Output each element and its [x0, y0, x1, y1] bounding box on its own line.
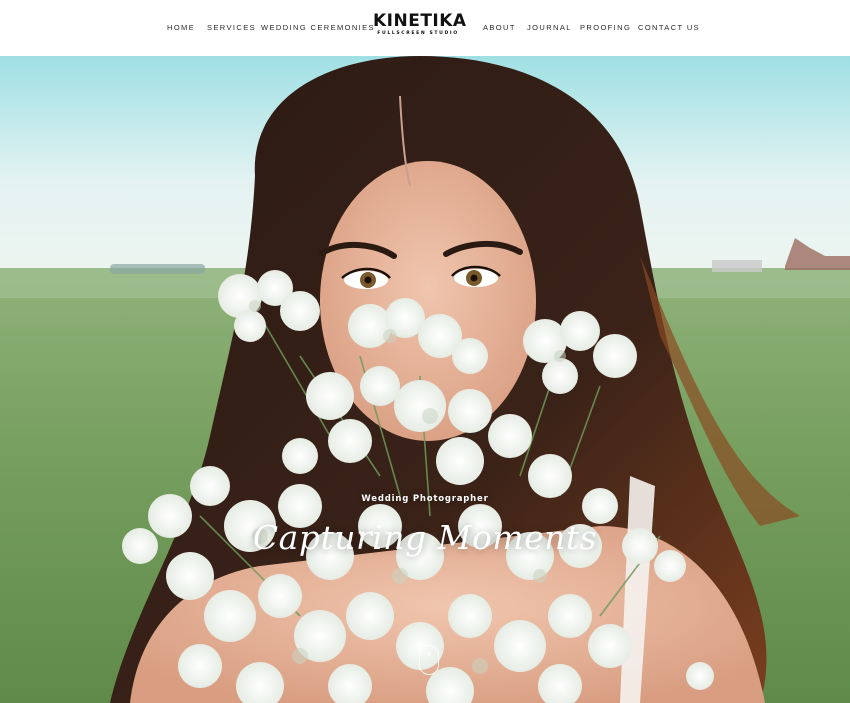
- hero-background-photo: [0, 56, 850, 703]
- scroll-wheel-dot: [427, 652, 430, 656]
- nav-contact-us[interactable]: Contact Us: [638, 23, 700, 32]
- site-logo[interactable]: KINETIKA Fullscreen Studio: [373, 11, 467, 36]
- nav-services[interactable]: Services: [207, 23, 256, 32]
- nav-about[interactable]: About: [483, 23, 516, 32]
- nav-wedding-ceremonies[interactable]: Wedding Ceremonies: [261, 23, 375, 32]
- logo-title: KINETIKA: [373, 11, 467, 31]
- nav-proofing[interactable]: Proofing: [580, 23, 631, 32]
- hero-section: Wedding Photographer Capturing Moments: [0, 56, 850, 703]
- hero-subtitle: Wedding Photographer: [361, 494, 489, 504]
- nav-journal[interactable]: Journal: [527, 23, 572, 32]
- nav-home[interactable]: Home: [167, 23, 195, 32]
- hero-title: Capturing Moments: [252, 518, 598, 557]
- mouse-scroll-icon[interactable]: [419, 645, 439, 675]
- site-header: Home Services Wedding Ceremonies KINETIK…: [0, 0, 850, 56]
- logo-subtitle: Fullscreen Studio: [377, 31, 459, 36]
